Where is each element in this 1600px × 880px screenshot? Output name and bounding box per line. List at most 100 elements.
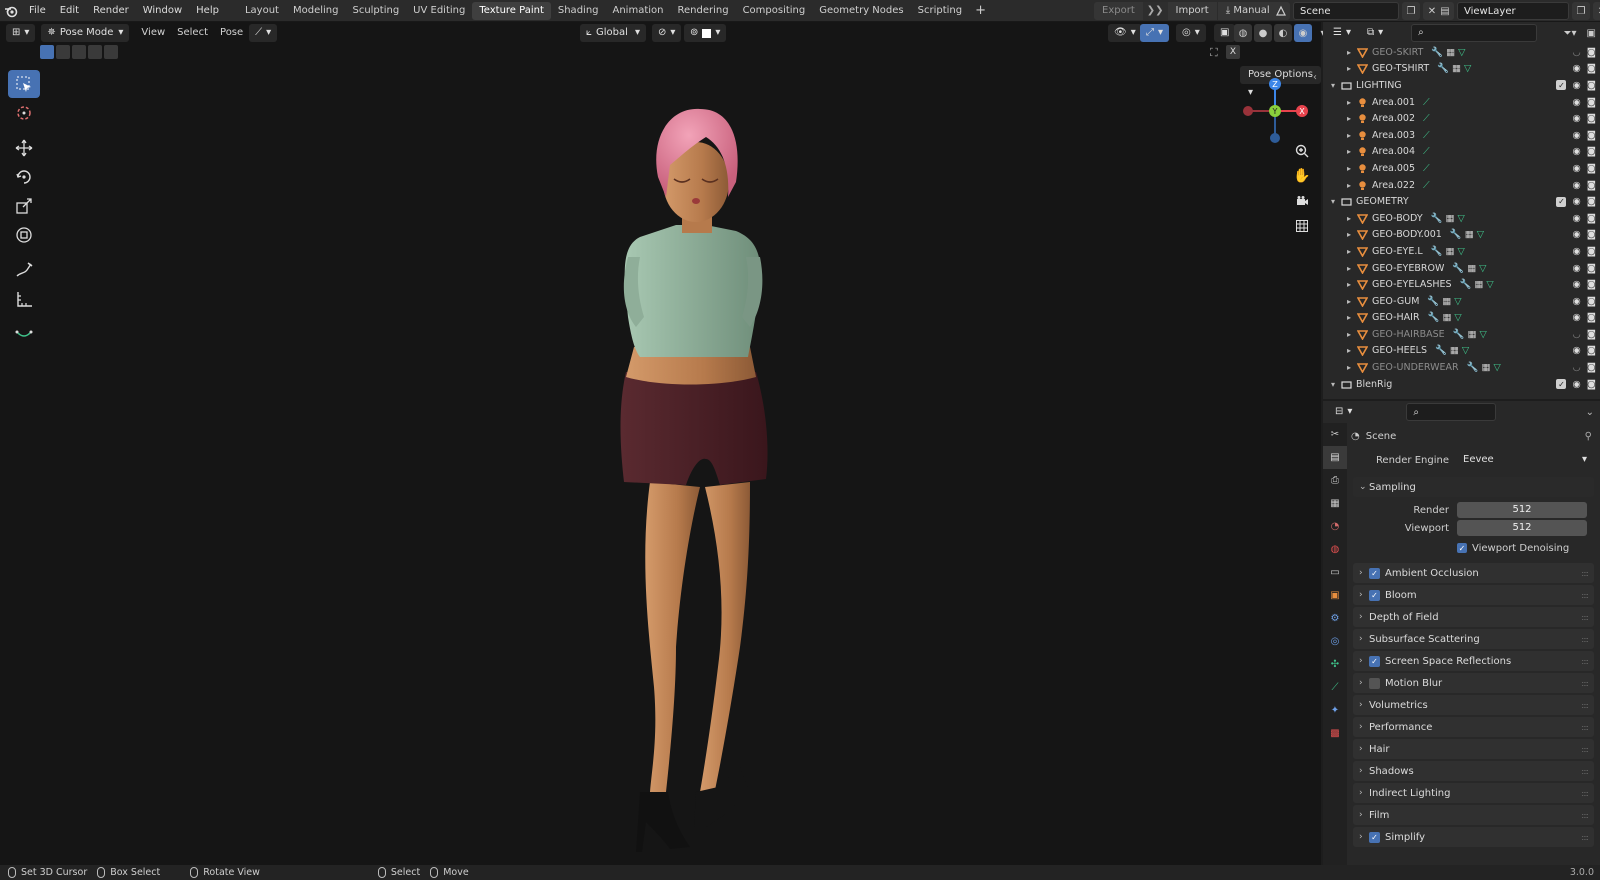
visibility-eye-icon[interactable]: ◉ <box>1572 196 1580 207</box>
panel-header[interactable]: › ✓ Screen Space Reflections:::: <box>1353 651 1594 671</box>
tab-uv-editing[interactable]: UV Editing <box>406 2 472 20</box>
move-tool[interactable] <box>8 134 40 162</box>
rendered-shading-icon[interactable]: ◉ <box>1294 24 1312 42</box>
light-data-icon[interactable]: ⟋ <box>1423 146 1430 157</box>
select-box-tool[interactable] <box>8 70 40 98</box>
panel-header[interactable]: › Depth of Field:::: <box>1353 607 1594 627</box>
visibility-eye-icon[interactable]: ◉ <box>1572 379 1580 390</box>
vertex-groups-icon[interactable]: ▦ <box>1474 279 1483 290</box>
texture-tab-icon[interactable]: ▩ <box>1323 722 1347 745</box>
expand-right-icon[interactable]: ▸ <box>1343 313 1355 322</box>
mesh-data-icon[interactable]: ▽ <box>1486 279 1493 290</box>
new-collection-icon[interactable]: ▣ <box>1587 28 1596 39</box>
select-extend-icon[interactable] <box>56 45 70 59</box>
render-camera-icon[interactable]: ◙ <box>1587 329 1596 340</box>
render-camera-icon[interactable]: ◙ <box>1587 296 1596 307</box>
outliner-row[interactable]: ▸ GEO-BODY.001 🔧 ▦ ▽ ◉ ◙ <box>1323 227 1600 244</box>
render-camera-icon[interactable]: ◙ <box>1587 146 1596 157</box>
rotate-tool[interactable] <box>8 163 40 191</box>
tab-rendering[interactable]: Rendering <box>670 2 735 20</box>
render-camera-icon[interactable]: ◙ <box>1587 379 1596 390</box>
gizmo-toggle[interactable]: ⤢ ▾ <box>1140 24 1170 42</box>
vertex-groups-icon[interactable]: ▦ <box>1465 229 1474 240</box>
panel-checkbox[interactable]: ✓ <box>1369 567 1380 579</box>
panel-header[interactable]: › Film:::: <box>1353 805 1594 825</box>
export-button[interactable]: Export <box>1094 2 1143 20</box>
mesh-data-icon[interactable]: ▽ <box>1479 263 1486 274</box>
outliner-row[interactable]: ▸ Area.022 ⟋ ◉ ◙ <box>1323 177 1600 194</box>
expand-right-icon[interactable]: ▸ <box>1343 48 1355 57</box>
tab-shading[interactable]: Shading <box>551 2 606 20</box>
render-camera-icon[interactable]: ◙ <box>1587 113 1596 124</box>
render-tab-icon[interactable]: ▤ <box>1323 446 1347 469</box>
render-camera-icon[interactable]: ◙ <box>1587 246 1596 257</box>
outliner-row[interactable]: ▸ GEO-BODY 🔧 ▦ ▽ ◉ ◙ <box>1323 210 1600 227</box>
render-camera-icon[interactable]: ◙ <box>1587 213 1596 224</box>
viewport-samples-field[interactable]: 512 <box>1457 520 1587 536</box>
scale-tool[interactable] <box>8 192 40 220</box>
vertex-groups-icon[interactable]: ▦ <box>1442 296 1451 307</box>
render-camera-icon[interactable]: ◙ <box>1587 279 1596 290</box>
light-data-icon[interactable]: ⟋ <box>1423 97 1430 108</box>
menu-help[interactable]: Help <box>189 0 226 22</box>
panel-checkbox[interactable]: ✓ <box>1369 655 1380 667</box>
mesh-data-icon[interactable]: ▽ <box>1493 362 1500 373</box>
outliner-row[interactable]: ▸ Area.002 ⟋ ◉ ◙ <box>1323 110 1600 127</box>
outliner-row[interactable]: ▸ GEO-HEELS 🔧 ▦ ▽ ◉ ◙ <box>1323 343 1600 360</box>
collection-tab-icon[interactable]: ▭ <box>1323 561 1347 584</box>
visibility-eye-icon[interactable]: ◉ <box>1572 229 1580 240</box>
hidden-eye-icon[interactable]: ◡ <box>1572 329 1580 340</box>
tab-texture-paint[interactable]: Texture Paint <box>472 1 551 20</box>
visibility-eye-icon[interactable]: ◉ <box>1572 279 1580 290</box>
outliner-row[interactable]: ▸ GEO-GUM 🔧 ▦ ▽ ◉ ◙ <box>1323 293 1600 310</box>
outliner-row[interactable]: ▾ LIGHTING ✓ ◉ ◙ <box>1323 77 1600 94</box>
render-engine-dropdown[interactable]: Eevee ▾ <box>1457 451 1593 469</box>
render-camera-icon[interactable]: ◙ <box>1587 130 1596 141</box>
sampling-panel-header[interactable]: ⌄ Sampling <box>1353 477 1594 497</box>
expand-right-icon[interactable]: ▸ <box>1343 131 1355 140</box>
expand-right-icon[interactable]: ▸ <box>1343 297 1355 306</box>
expand-right-icon[interactable]: ▸ <box>1343 247 1355 256</box>
visibility-eye-icon[interactable]: ◉ <box>1572 180 1580 191</box>
visibility-eye-icon[interactable]: ◉ <box>1572 97 1580 108</box>
wireframe-shading-icon[interactable]: ◍ <box>1234 24 1252 42</box>
panel-header[interactable]: › ✓ Ambient Occlusion:::: <box>1353 563 1594 583</box>
mesh-data-icon[interactable]: ▽ <box>1477 229 1484 240</box>
outliner-row[interactable]: ▸ GEO-SKIRT 🔧 ▦ ▽ ◡ ◙ <box>1323 44 1600 61</box>
expand-right-icon[interactable]: ▸ <box>1343 181 1355 190</box>
tab-animation[interactable]: Animation <box>606 2 671 20</box>
outliner-editor-type[interactable]: ☰ ▾ <box>1327 24 1357 42</box>
drag-grip-icon[interactable]: :::: <box>1581 679 1589 688</box>
mesh-data-icon[interactable]: ▽ <box>1479 329 1486 340</box>
mesh-data-icon[interactable]: ▽ <box>1454 296 1461 307</box>
modifier-wrench-icon[interactable]: 🔧 <box>1427 296 1439 307</box>
pan-hand-icon[interactable]: ✋ <box>1290 164 1314 188</box>
outliner-search-input[interactable]: ⌕ <box>1411 24 1538 42</box>
filter-icon[interactable]: ⏷▾ <box>1564 28 1577 39</box>
select-difference-icon[interactable] <box>88 45 102 59</box>
light-data-icon[interactable]: ⟋ <box>1423 130 1430 141</box>
outliner-row[interactable]: ▾ BlenRig ✓ ◉ ◙ <box>1323 376 1600 393</box>
menu-edit[interactable]: Edit <box>53 0 86 22</box>
camera-view-icon[interactable] <box>1290 189 1314 213</box>
outliner-row[interactable]: ▸ Area.001 ⟋ ◉ ◙ <box>1323 94 1600 111</box>
render-camera-icon[interactable]: ◙ <box>1587 163 1596 174</box>
drag-grip-icon[interactable]: :::: <box>1581 613 1589 622</box>
drag-grip-icon[interactable]: :::: <box>1581 635 1589 644</box>
collection-exclude-checkbox[interactable]: ✓ <box>1556 379 1567 390</box>
select-new-icon[interactable] <box>40 45 54 59</box>
drag-grip-icon[interactable]: :::: <box>1581 701 1589 710</box>
blender-logo-icon[interactable] <box>0 0 22 22</box>
vertex-groups-icon[interactable]: ▦ <box>1467 263 1476 274</box>
panel-header[interactable]: › Subsurface Scattering:::: <box>1353 629 1594 649</box>
drag-grip-icon[interactable]: :::: <box>1581 723 1589 732</box>
select-menu[interactable]: Select <box>171 24 214 42</box>
outliner-row[interactable]: ▸ GEO-EYELASHES 🔧 ▦ ▽ ◉ ◙ <box>1323 276 1600 293</box>
outliner-row[interactable]: ▸ GEO-TSHIRT 🔧 ▦ ▽ ◉ ◙ <box>1323 61 1600 78</box>
menu-window[interactable]: Window <box>136 0 189 22</box>
modifiers-tab-icon[interactable]: ⚙ <box>1323 607 1347 630</box>
drag-grip-icon[interactable]: :::: <box>1581 591 1589 600</box>
view-layer-tab-icon[interactable]: ▦ <box>1323 492 1347 515</box>
mesh-data-icon[interactable]: ▽ <box>1457 213 1464 224</box>
annotate-tool[interactable] <box>8 256 40 284</box>
